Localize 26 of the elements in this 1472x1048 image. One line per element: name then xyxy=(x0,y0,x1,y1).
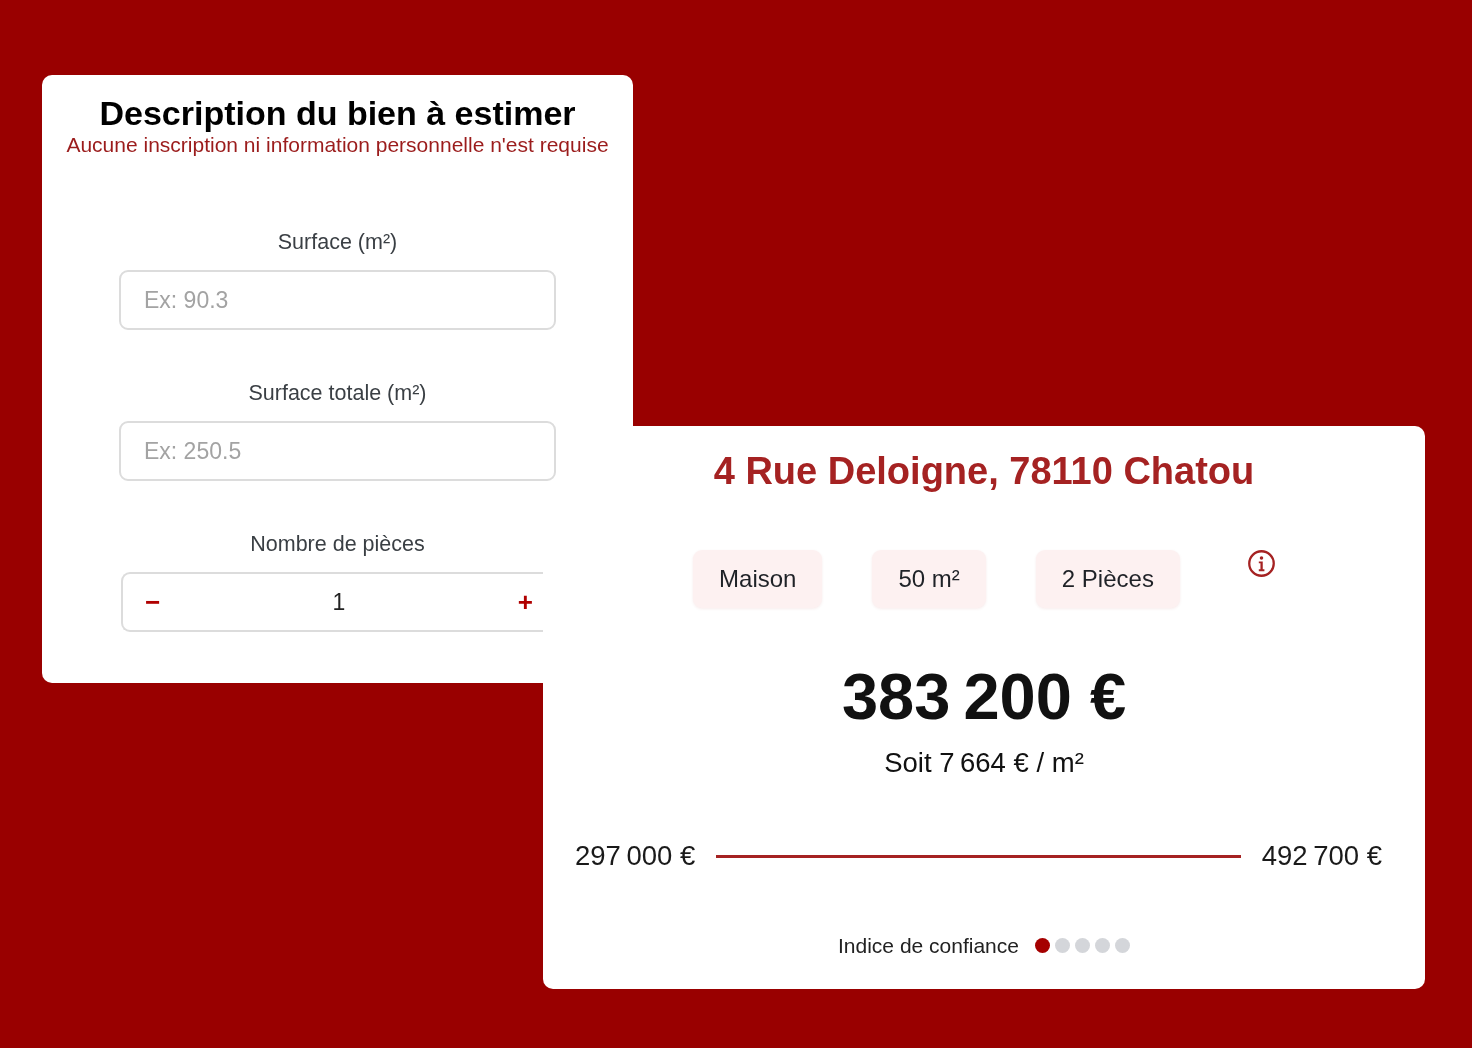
input-field[interactable]: Ex: 90.3 xyxy=(119,270,556,330)
stepper-field[interactable]: − 1 + xyxy=(121,572,543,632)
field-label: Surface totale (m²) xyxy=(248,381,427,406)
property-chip: Maison xyxy=(693,550,823,608)
confidence-label: Indice de confiance xyxy=(838,933,1019,958)
field-label: Nombre de pièces xyxy=(250,532,425,557)
dot-icon xyxy=(1075,938,1090,953)
input-field[interactable]: Ex: 250.5 xyxy=(119,421,556,481)
increment-button[interactable]: + xyxy=(511,589,539,615)
dot-icon xyxy=(1055,938,1070,953)
stepper-value: 1 xyxy=(332,587,346,617)
field-label: Surface (m²) xyxy=(277,230,398,255)
range-low-text: 297 000 € xyxy=(575,840,696,872)
dot-icon xyxy=(1095,938,1110,953)
info-icon[interactable] xyxy=(1247,550,1275,577)
decrement-button[interactable]: − xyxy=(139,589,167,615)
dot-icon xyxy=(1115,938,1130,953)
address-title: 4 Rue Deloigne, 78110 Chatou xyxy=(713,449,1255,493)
range-high-text: 492 700 € xyxy=(1261,840,1382,872)
form-title: Description du bien à estimer xyxy=(99,94,576,132)
form-subtitle: Aucune inscription ni information personnelle n'est requise xyxy=(66,132,609,157)
property-chip: 50 m² xyxy=(872,550,986,608)
price-per-m2-text: Soit 7 664 € / m² xyxy=(884,747,1084,779)
price-text: 383 200 € xyxy=(841,661,1127,733)
dot-icon xyxy=(1035,938,1050,953)
property-chip: 2 Pièces xyxy=(1035,550,1180,608)
